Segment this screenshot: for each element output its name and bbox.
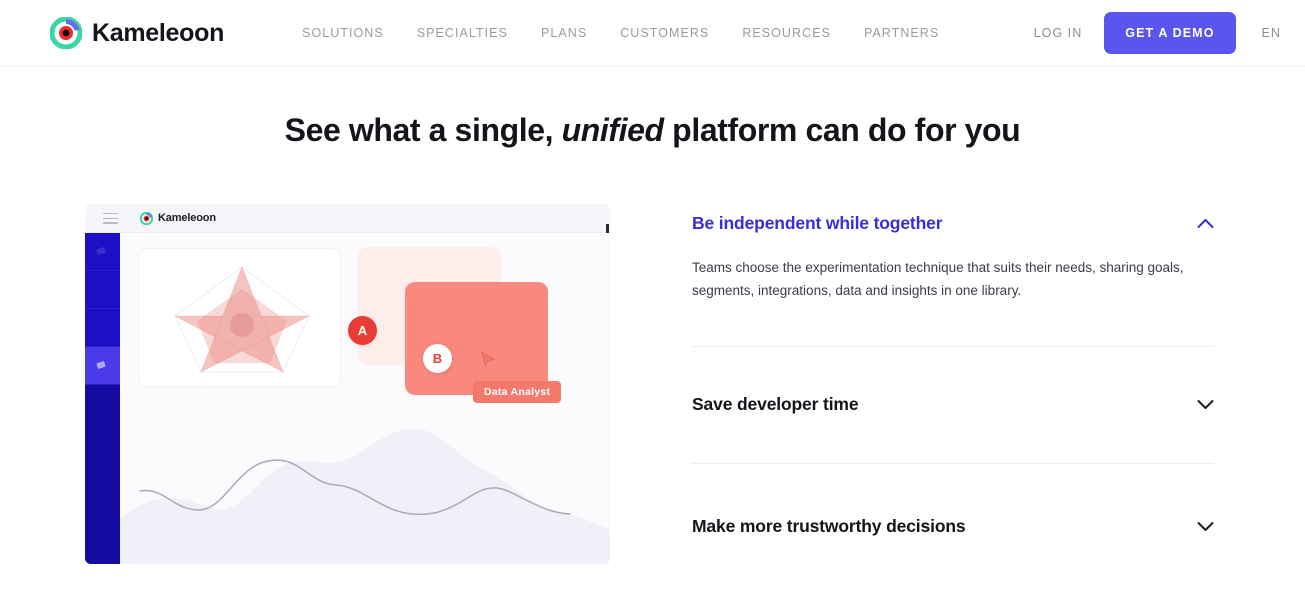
accordion-item-trustworthy-decisions[interactable]: Make more trustworthy decisions <box>692 516 1214 537</box>
sidebar-item-3[interactable] <box>85 309 120 348</box>
accordion-title: Save developer time <box>692 394 859 415</box>
chevron-up-icon[interactable] <box>1197 216 1214 229</box>
sidebar-glyph-icon <box>96 361 106 370</box>
cursor-arrow-icon <box>481 351 495 373</box>
login-link[interactable]: LOG IN <box>1034 26 1083 40</box>
sidebar-item-2[interactable] <box>85 271 120 310</box>
content-area: Kameleoon A B Data Analyst Be independen… <box>0 204 1305 565</box>
chevron-down-icon[interactable] <box>1197 397 1214 410</box>
chevron-down-icon[interactable] <box>1197 519 1214 532</box>
accordion-title: Be independent while together <box>692 213 943 234</box>
nav-item-specialties[interactable]: SPECIALTIES <box>417 26 508 40</box>
brand-logo[interactable]: Kameleoon <box>49 16 225 50</box>
kameleoon-logo-icon <box>139 211 154 226</box>
headline-part-1: See what a single, <box>284 112 562 148</box>
language-switcher[interactable]: EN <box>1262 26 1281 40</box>
nav-item-solutions[interactable]: SOLUTIONS <box>302 26 384 40</box>
accordion-item-be-independent[interactable]: Be independent while together Teams choo… <box>692 213 1214 302</box>
hamburger-menu-icon[interactable] <box>103 212 118 224</box>
nav-item-customers[interactable]: CUSTOMERS <box>620 26 709 40</box>
trend-wave-chart <box>120 419 610 565</box>
mockup-body: A B Data Analyst <box>120 233 610 565</box>
mockup-sidebar <box>85 233 120 565</box>
site-header: Kameleoon SOLUTIONS SPECIALTIES PLANS CU… <box>0 0 1305 67</box>
sidebar-glyph-icon <box>96 247 106 256</box>
kameleoon-logo-icon <box>49 16 83 50</box>
mockup-brand-name: Kameleoon <box>158 212 216 225</box>
sidebar-item-1[interactable] <box>85 233 120 272</box>
sidebar-filler <box>85 385 120 565</box>
sidebar-item-4-active[interactable] <box>85 347 120 386</box>
accordion-header[interactable]: Save developer time <box>692 394 1214 415</box>
brand-name: Kameleoon <box>92 18 225 47</box>
page-title: See what a single, unified platform can … <box>0 111 1305 149</box>
main-navigation: SOLUTIONS SPECIALTIES PLANS CUSTOMERS RE… <box>302 26 939 40</box>
accordion-divider-1 <box>692 346 1214 348</box>
nav-item-plans[interactable]: PLANS <box>541 26 587 40</box>
headline-part-2: platform can do for you <box>663 112 1021 148</box>
accordion-header[interactable]: Be independent while together <box>692 213 1214 234</box>
accordion-item-save-developer-time[interactable]: Save developer time <box>692 394 1214 415</box>
role-tag: Data Analyst <box>473 381 562 404</box>
nav-item-partners[interactable]: PARTNERS <box>864 26 939 40</box>
feature-accordion: Be independent while together Teams choo… <box>692 204 1214 564</box>
headline-emphasis: unified <box>561 112 664 148</box>
accordion-title: Make more trustworthy decisions <box>692 516 966 537</box>
mockup-brand: Kameleoon <box>139 211 216 226</box>
mockup-topbar: Kameleoon <box>85 204 610 247</box>
accordion-body: Teams choose the experimentation techniq… <box>692 260 1184 298</box>
accordion-divider-2 <box>692 463 1214 465</box>
variant-b-panel <box>405 282 548 396</box>
radar-chart-card <box>138 248 341 388</box>
product-mockup: Kameleoon A B Data Analyst <box>85 204 610 565</box>
get-a-demo-button[interactable]: GET A DEMO <box>1104 12 1236 54</box>
header-actions: LOG IN GET A DEMO EN <box>1034 12 1281 54</box>
accordion-header[interactable]: Make more trustworthy decisions <box>692 516 1214 537</box>
radar-chart-icon <box>174 266 310 374</box>
nav-item-resources[interactable]: RESOURCES <box>742 26 831 40</box>
